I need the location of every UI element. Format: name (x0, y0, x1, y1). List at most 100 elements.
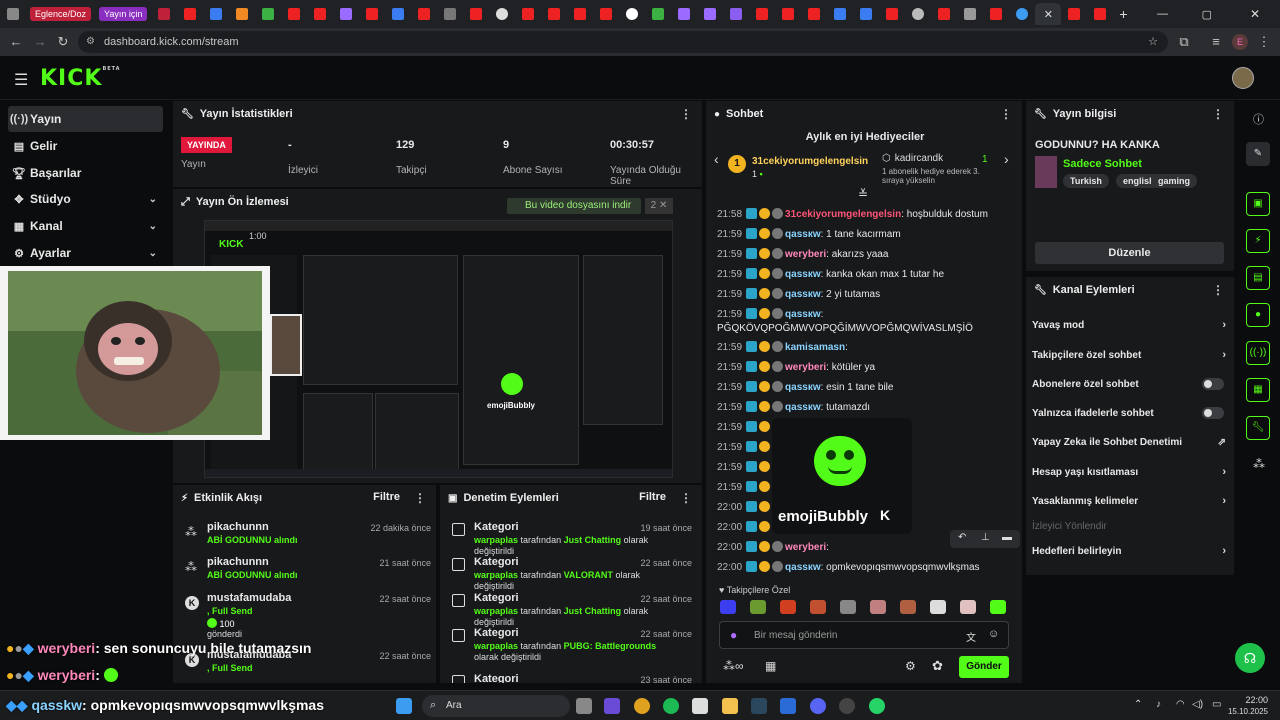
youtube-tab-icon[interactable] (184, 8, 197, 20)
minimize-icon[interactable]: — (1157, 8, 1168, 20)
sidebar-item-revenue[interactable]: ▤ Gelir (8, 133, 163, 159)
whatsapp-icon[interactable] (869, 698, 885, 714)
banned-words-action[interactable]: Yasaklanmış kelimeler › (1032, 489, 1230, 513)
tray-network-icon[interactable]: ◠ (1176, 699, 1185, 710)
sidebar-item-broadcast[interactable]: ((·)) Yayın (8, 106, 163, 132)
more-options-icon[interactable]: ⋮ (680, 107, 692, 121)
chat-message[interactable]: 21:59 qassкw: PĞQKÖVQPOĞMWVOPQĞİMWVOPĞMQW… (717, 308, 1015, 336)
twitch-tab-icon[interactable] (730, 8, 743, 20)
info-icon[interactable]: ⓘ (1253, 111, 1264, 127)
tab-icon[interactable] (444, 8, 457, 20)
lightning-icon[interactable]: ⚡︎ (1246, 229, 1270, 253)
emotes-only-toggle[interactable] (1202, 407, 1224, 419)
more-options-icon[interactable]: ⋮ (1000, 107, 1012, 121)
chat-settings-icon[interactable]: ⚙ (905, 659, 916, 673)
chat-message[interactable]: 21:59 qassкw: kanka okan max 1 tutar he (717, 268, 1015, 282)
youtube-tab-icon[interactable] (522, 8, 535, 20)
edit-icon[interactable]: ✎ (1246, 142, 1270, 166)
site-info-icon[interactable]: ⚙ (86, 31, 95, 53)
chat-input[interactable]: ● Bir mesaj gönderin 文 ☺ (719, 621, 1009, 649)
tab-icon[interactable] (1016, 8, 1029, 20)
youtube-tab-icon[interactable] (600, 8, 613, 20)
broadcast-icon[interactable]: ((·)) (1246, 341, 1270, 365)
emote-icon[interactable] (960, 600, 976, 614)
emote-icon[interactable] (900, 600, 916, 614)
edit-stream-button[interactable]: Düzenle (1035, 242, 1224, 264)
sidebar-item-channel[interactable]: ▦ Kanal ⌄ (8, 213, 163, 239)
emotes-only-action[interactable]: Yalnızca ifadelerle sohbet (1032, 401, 1230, 425)
youtube-tab-icon[interactable] (990, 8, 1003, 20)
slow-mode-action[interactable]: Yavaş mod › (1032, 313, 1230, 337)
chat-message[interactable]: 21:59 kamisamasn: (717, 341, 1015, 355)
tab-icon[interactable] (158, 8, 171, 20)
collapse-gifters-icon[interactable]: ≚ (858, 187, 868, 201)
tray-battery-icon[interactable]: ▭ (1212, 699, 1221, 710)
reload-icon[interactable]: ↻ (55, 34, 71, 50)
profile-avatar[interactable]: E (1232, 34, 1248, 50)
chrome-icon[interactable] (634, 698, 650, 714)
more-options-icon[interactable]: ⋮ (414, 491, 426, 505)
chat-message[interactable]: 22:00 qassкw: opmkevopıqsmwvopsqmwvlkşmas (717, 561, 1015, 575)
chat-message[interactable]: 21:59 qassкw: 2 yi tutamas (717, 288, 1015, 302)
netflix-tab-icon[interactable] (470, 8, 483, 20)
pin-icon[interactable]: ⊥ (981, 532, 990, 543)
activity-filter-button[interactable]: Filtre (373, 491, 400, 503)
close-window-icon[interactable]: ✕ (1250, 7, 1260, 21)
forward-icon[interactable]: → (32, 34, 48, 50)
delete-icon[interactable]: ▬ (1002, 532, 1012, 543)
undo-icon[interactable]: ↶ (958, 532, 966, 543)
send-button[interactable]: Gönder (959, 656, 1009, 678)
clock-date[interactable]: 15.10.2025 (1224, 707, 1268, 716)
tab-icon[interactable] (7, 8, 19, 20)
emote-icon[interactable] (840, 600, 856, 614)
youtube-tab-icon[interactable] (938, 8, 951, 20)
followers-only-action[interactable]: Takipçilere özel sohbet › (1032, 343, 1230, 367)
chat-message[interactable]: 21:59 weryberi: kötüler ya (717, 361, 1015, 375)
tab-icon[interactable] (340, 8, 353, 20)
emote-icon[interactable] (930, 600, 946, 614)
browser-menu-icon[interactable]: ⋮ (1256, 34, 1272, 50)
back-icon[interactable]: ← (8, 34, 24, 50)
chat-message[interactable]: 21:59 qassкw: tutamazdı (717, 401, 1015, 415)
reading-list-icon[interactable]: ≡ (1208, 34, 1224, 50)
youtube-tab-icon[interactable] (366, 8, 379, 20)
moderation-filter-button[interactable]: Filtre (639, 491, 666, 503)
gifters-next-icon[interactable]: › (1004, 151, 1009, 167)
chat-message[interactable]: 21:59 qassкw: esin 1 tane bile (717, 381, 1015, 395)
discord-icon[interactable] (810, 698, 826, 714)
obs-icon[interactable] (839, 698, 855, 714)
sidebar-item-settings[interactable]: ⚙ Ayarlar ⌄ (8, 240, 163, 266)
gifters-prev-icon[interactable]: ‹ (714, 151, 719, 167)
file-explorer-icon[interactable] (722, 698, 738, 714)
youtube-tab-icon[interactable] (886, 8, 899, 20)
layout-icon[interactable]: ▦ (1246, 378, 1270, 402)
chat-extras-icon[interactable]: ⁂∞ (723, 659, 744, 673)
camera-icon[interactable]: ▣ (1246, 192, 1270, 216)
tab-group-stream[interactable]: Yayın için (99, 7, 148, 21)
emote-icon[interactable] (720, 600, 736, 614)
youtube-tab-icon[interactable] (418, 8, 431, 20)
new-tab-icon[interactable]: + (1119, 6, 1127, 22)
emoji-picker-icon[interactable]: ☺ (988, 628, 999, 640)
stream-category[interactable]: Sadece Sohbet (1063, 158, 1142, 170)
active-tab-close-icon[interactable]: ✕ (1035, 3, 1062, 25)
ai-moderation-action[interactable]: Yapay Zeka ile Sohbet Denetimi ⇗ (1032, 430, 1230, 454)
chat-message[interactable]: 21:59 weryberi: akarızs yaaa (717, 248, 1015, 262)
tray-volume-icon[interactable]: ◁) (1192, 699, 1203, 710)
emote-icon[interactable] (780, 600, 796, 614)
windows-start-icon[interactable] (396, 698, 412, 714)
youtube-tab-icon[interactable] (574, 8, 587, 20)
taskbar-search[interactable]: ⌕ Ara (422, 695, 570, 717)
emote-icon[interactable] (990, 600, 1006, 614)
gift-icon[interactable]: ✿ (932, 658, 943, 674)
youtube-tab-icon[interactable] (548, 8, 561, 20)
sheets-tab-icon[interactable] (652, 8, 665, 20)
tab-icon[interactable] (236, 8, 249, 20)
kick-logo[interactable]: KICKBETA (40, 66, 121, 91)
extensions-icon[interactable]: ⧉ (1176, 34, 1192, 50)
clock-time[interactable]: 22:00 (1236, 695, 1268, 705)
subscribers-only-action[interactable]: Abonelere özel sohbet (1032, 372, 1230, 396)
more-options-icon[interactable]: ⋮ (1212, 283, 1224, 297)
set-goals-action[interactable]: Hedefleri belirleyin › (1032, 539, 1230, 563)
tab-icon[interactable] (704, 8, 717, 20)
